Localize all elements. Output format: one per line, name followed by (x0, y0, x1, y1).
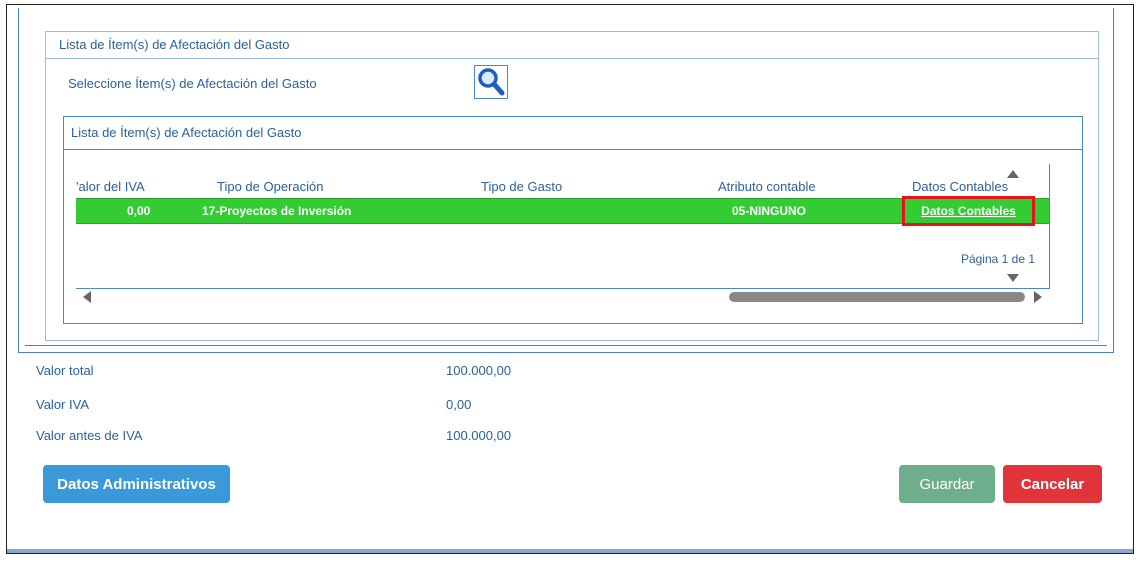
cell-atributo-contable: 05-NINGUNO (732, 204, 807, 218)
summary-label-valor-antes-iva: Valor antes de IVA (36, 428, 143, 443)
frame-bottom-rule (7, 549, 1133, 553)
scroll-left-arrow-icon[interactable] (83, 291, 91, 303)
cancel-button[interactable]: Cancelar (1003, 465, 1102, 503)
scroll-down-arrow-icon[interactable] (1007, 274, 1019, 282)
items-section-title: Lista de Ítem(s) de Afectación del Gasto (46, 32, 1098, 59)
summary-label-valor-total: Valor total (36, 363, 94, 378)
panel-inner-rule (25, 345, 1107, 346)
cell-valor-iva: 0,00 (127, 204, 151, 218)
table-row[interactable]: 0,00 17-Proyectos de Inversión 05-NINGUN… (76, 196, 1049, 226)
datos-contables-link[interactable]: Datos Contables (902, 196, 1035, 226)
summary-value-valor-total: 100.000,00 (446, 363, 512, 378)
column-header-tipo-operacion[interactable]: Tipo de Operación (217, 179, 323, 194)
grid-header-row: 'alor del IVA Tipo de Operación Tipo de … (76, 164, 1049, 199)
search-icon (478, 68, 505, 96)
scroll-up-arrow-icon[interactable] (1007, 170, 1019, 178)
summary-label-valor-iva: Valor IVA (36, 397, 89, 412)
items-grid-title: Lista de Ítem(s) de Afectación del Gasto (64, 117, 1082, 150)
cell-tipo-operacion: 17-Proyectos de Inversión (202, 204, 352, 218)
select-items-label: Seleccione Ítem(s) de Afectación del Gas… (68, 76, 317, 91)
column-header-valor-iva[interactable]: 'alor del IVA (76, 179, 145, 194)
scroll-right-arrow-icon[interactable] (1034, 291, 1042, 303)
column-header-tipo-gasto[interactable]: Tipo de Gasto (481, 179, 562, 194)
search-items-button[interactable] (474, 65, 508, 99)
summary-value-valor-iva: 0,00 (446, 397, 472, 412)
column-header-atributo-contable[interactable]: Atributo contable (718, 179, 816, 194)
column-header-datos-contables[interactable]: Datos Contables (912, 179, 1008, 194)
items-grid[interactable]: 'alor del IVA Tipo de Operación Tipo de … (76, 164, 1050, 289)
horizontal-scrollbar-thumb[interactable] (729, 292, 1025, 302)
datos-administrativos-button[interactable]: Datos Administrativos (43, 465, 230, 503)
summary-value-valor-antes-iva: 100.000,00 (446, 428, 512, 443)
pager: Página 1 de 1 (960, 252, 1035, 266)
save-button[interactable]: Guardar (899, 465, 995, 503)
